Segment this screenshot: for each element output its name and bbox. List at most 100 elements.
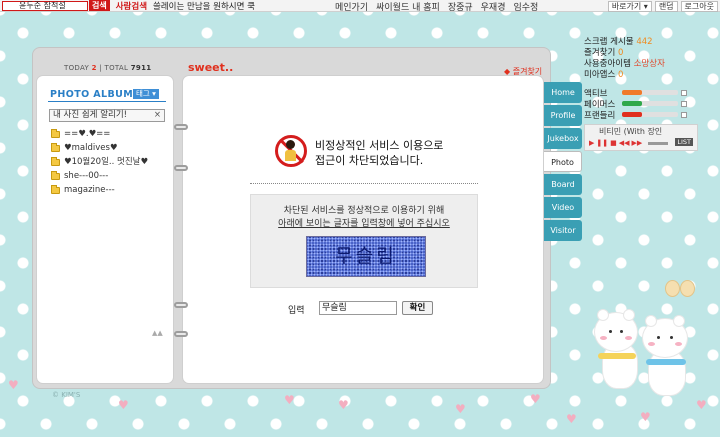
stat-bar-fill: [622, 112, 642, 117]
stat-bar-fill: [622, 90, 642, 95]
folder-item[interactable]: magazine---: [51, 183, 148, 197]
bear-scarf: [598, 353, 636, 359]
binder-ring: [174, 302, 188, 308]
volume-slider[interactable]: [648, 141, 669, 145]
heart-icon: ♥: [530, 392, 541, 406]
bear-ear: [597, 309, 609, 321]
track-title: 비티민 (With 장인: [599, 127, 663, 136]
bow-decoration: [665, 277, 695, 299]
bear-eye: [670, 336, 673, 339]
stat-bar: [622, 112, 678, 117]
close-icon[interactable]: ×: [154, 110, 161, 121]
page-title: sweet..: [188, 61, 234, 74]
gift-link[interactable]: 소망상자: [634, 59, 665, 69]
stat-famous: 페이머스: [584, 98, 698, 110]
nav-friend-1[interactable]: 장중규: [448, 0, 473, 13]
folder-label: ♥10월20일.. 멋진날♥: [64, 157, 149, 167]
marquee-text[interactable]: 쓸레이는 만남을 원하시면 쿡: [153, 0, 255, 12]
bear-right: [642, 315, 688, 358]
stat-label: 프랜들리: [584, 110, 616, 121]
captcha-image: 무슬림: [306, 236, 426, 277]
bear-left: [594, 309, 638, 352]
tag-button[interactable]: 태그 ▾: [133, 89, 159, 99]
checkbox-icon[interactable]: [681, 111, 687, 118]
today-count: 2: [91, 64, 97, 72]
miapps-label: 미아앱스: [584, 70, 616, 80]
favs-count: 0: [617, 48, 624, 58]
nav-friend-3[interactable]: 임수정: [514, 0, 539, 13]
bear-blush: [675, 342, 682, 346]
nav-my-home[interactable]: 싸이월드 내 홈피: [376, 0, 440, 13]
bear-blush: [600, 336, 607, 340]
heart-icon: ♥: [284, 393, 295, 407]
logout-button[interactable]: 로그아웃: [680, 0, 718, 12]
play-icon[interactable]: ▶: [589, 139, 594, 147]
music-player: 비티민 (With 장인 ▶ ❚❚ ■ ◀◀ ▶▶ LIST: [584, 124, 698, 151]
scrap-link[interactable]: 스크랩 게시물 442: [584, 37, 698, 48]
items-link[interactable]: 사용중아이템: [584, 59, 631, 69]
folder-label: magazine---: [64, 185, 115, 195]
next-icon[interactable]: ▶▶: [632, 139, 643, 147]
folder-item[interactable]: ==♥.♥==: [51, 127, 148, 141]
folder-item[interactable]: ♥10월20일.. 멋진날♥: [51, 155, 148, 169]
tab-profile[interactable]: Profile: [544, 105, 582, 126]
tab-jukebox[interactable]: Jukebox: [544, 128, 582, 149]
heart-icon: ♥: [118, 398, 129, 412]
checkbox-icon[interactable]: [681, 100, 687, 107]
stat-bar: [622, 90, 678, 95]
folder-label: she---00---: [64, 171, 109, 181]
tab-photo[interactable]: Photo: [544, 151, 582, 172]
right-sidebar: 스크랩 게시물 442 즐겨찾기 0 사용중아이템 소망상자 미아앱스 0 액티…: [584, 37, 698, 151]
search-input[interactable]: 윤두준 잠적설: [2, 0, 88, 11]
person-search-link[interactable]: 사람검색: [116, 0, 147, 12]
stop-icon[interactable]: ■: [610, 139, 617, 147]
side-tabs: Home Profile Jukebox Photo Board Video V…: [544, 82, 582, 243]
nav-friend-2[interactable]: 우재경: [481, 0, 506, 13]
folder-item[interactable]: ♥maldives♥: [51, 141, 148, 155]
today-label: TODAY: [64, 64, 90, 72]
block-message-line2: 접근이 차단되었습니다.: [315, 154, 424, 167]
favs-link[interactable]: 즐겨찾기 0: [584, 48, 698, 59]
bear-scarf: [646, 359, 686, 365]
binder-ring: [174, 331, 188, 337]
heart-icon: ♥: [455, 402, 466, 416]
pause-icon[interactable]: ❚❚: [596, 139, 608, 147]
selected-folder[interactable]: 내 사진 쉽게 알리기! ×: [49, 109, 165, 122]
folder-icon: [51, 184, 60, 194]
folder-icon: [51, 128, 60, 138]
scroll-arrows-icon[interactable]: ▲▲: [152, 329, 163, 337]
captcha-input-label: 입력: [288, 306, 305, 316]
folder-item[interactable]: she---00---: [51, 169, 148, 183]
search-button[interactable]: 검색: [89, 0, 110, 11]
favs-label: 즐겨찾기: [584, 48, 616, 58]
stat-friendly: 프랜들리: [584, 109, 698, 121]
miapps-link[interactable]: 미아앱스 0: [584, 70, 698, 81]
shortcut-dropdown[interactable]: 바로가기 ▾: [607, 0, 652, 12]
tab-board[interactable]: Board: [544, 174, 582, 195]
bear-eye: [657, 336, 660, 339]
copyright: © KIM'S: [52, 391, 81, 399]
tab-home[interactable]: Home: [544, 82, 582, 103]
heart-icon: ♥: [8, 378, 19, 392]
playlist-icon[interactable]: LIST: [675, 138, 693, 146]
captcha-input[interactable]: 무슬림: [319, 301, 397, 315]
nav-main[interactable]: 메인가기: [335, 0, 368, 13]
heart-icon: ♥: [640, 410, 651, 424]
heart-icon: ♥: [696, 398, 707, 412]
captcha-instructions: 차단된 서비스를 정상적으로 이용하기 위해 아래에 보이는 글자를 입력창에 …: [250, 205, 478, 231]
tab-visitor[interactable]: Visitor: [544, 220, 582, 241]
visit-counter: TODAY 2 | TOTAL 7911: [64, 64, 152, 72]
block-message-line1: 비정상적인 서비스 이용으로: [315, 139, 444, 152]
side-links: 스크랩 게시물 442 즐겨찾기 0 사용중아이템 소망상자 미아앱스 0: [584, 37, 698, 81]
folder-list: ==♥.♥== ♥maldives♥ ♥10월20일.. 멋진날♥ she---…: [51, 127, 148, 197]
bear-eye: [609, 330, 612, 333]
checkbox-icon[interactable]: [681, 89, 687, 96]
captcha-instr-1: 차단된 서비스를 정상적으로 이용하기 위해: [283, 206, 445, 216]
bear-ear: [645, 315, 657, 327]
prev-icon[interactable]: ◀◀: [619, 139, 630, 147]
random-button[interactable]: 랜덤: [654, 0, 678, 12]
tab-video[interactable]: Video: [544, 197, 582, 218]
binder-ring: [174, 124, 188, 130]
block-message: 비정상적인 서비스 이용으로 접근이 차단되었습니다.: [315, 138, 443, 168]
confirm-button[interactable]: 확인: [402, 301, 433, 315]
